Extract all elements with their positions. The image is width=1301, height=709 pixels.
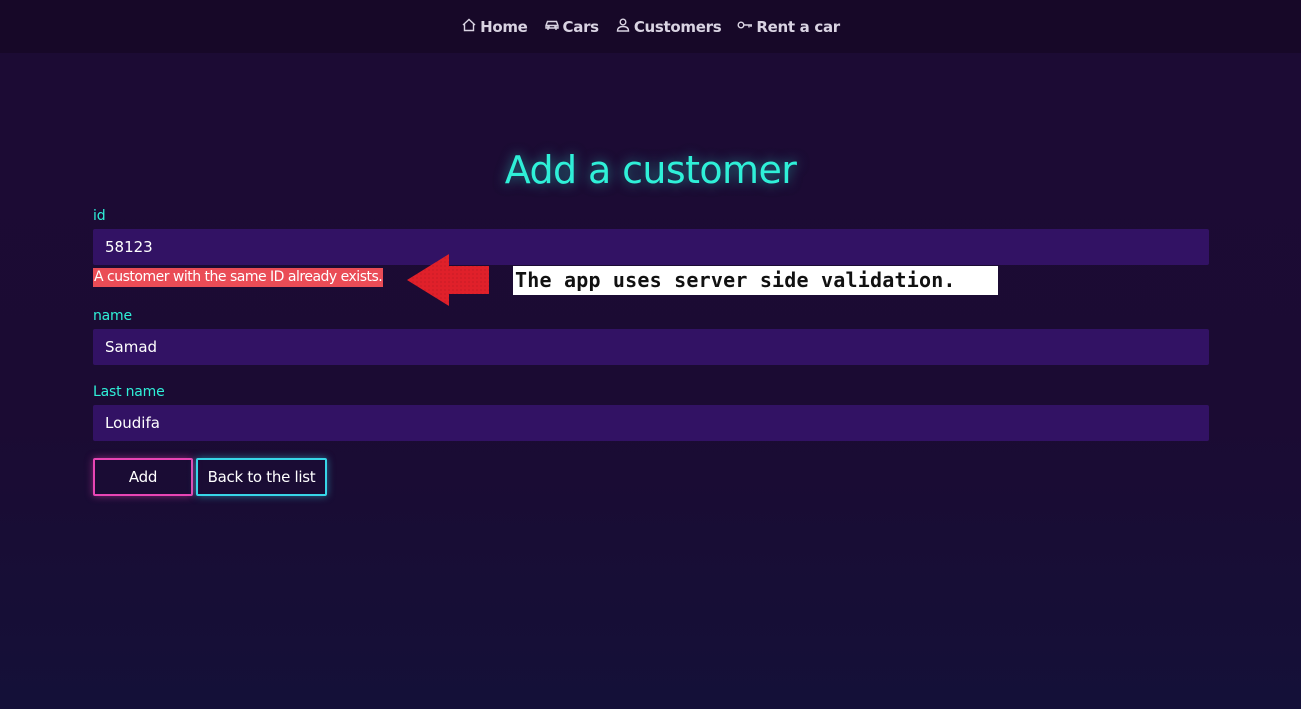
last-name-field[interactable] — [93, 405, 1209, 441]
red-arrow-annotation — [407, 254, 489, 306]
nav-item-cars[interactable]: Cars — [544, 17, 599, 37]
last-name-label: Last name — [93, 384, 165, 400]
nav-item-label: Customers — [633, 17, 722, 36]
id-error-message: A customer with the same ID already exis… — [93, 268, 384, 287]
home-icon — [461, 17, 477, 37]
car-icon — [544, 17, 560, 37]
validation-annotation: The app uses server side validation. — [513, 266, 998, 295]
top-navbar: Home Cars Customers Rent a car — [0, 0, 1301, 53]
nav-item-label: Rent a car — [756, 17, 840, 36]
nav-item-home[interactable]: Home — [461, 17, 528, 37]
nav-item-rent-a-car[interactable]: Rent a car — [737, 17, 840, 37]
nav-item-label: Cars — [562, 17, 600, 36]
key-icon — [737, 17, 753, 37]
add-button[interactable]: Add — [93, 458, 193, 496]
id-label: id — [93, 208, 106, 224]
nav-item-customers[interactable]: Customers — [615, 17, 722, 37]
name-field[interactable] — [93, 329, 1209, 365]
name-label: name — [93, 308, 132, 324]
back-to-list-button[interactable]: Back to the list — [196, 458, 327, 496]
user-icon — [615, 17, 631, 37]
id-field[interactable] — [93, 229, 1209, 265]
page-title: Add a customer — [504, 148, 797, 192]
nav-item-label: Home — [480, 17, 528, 36]
